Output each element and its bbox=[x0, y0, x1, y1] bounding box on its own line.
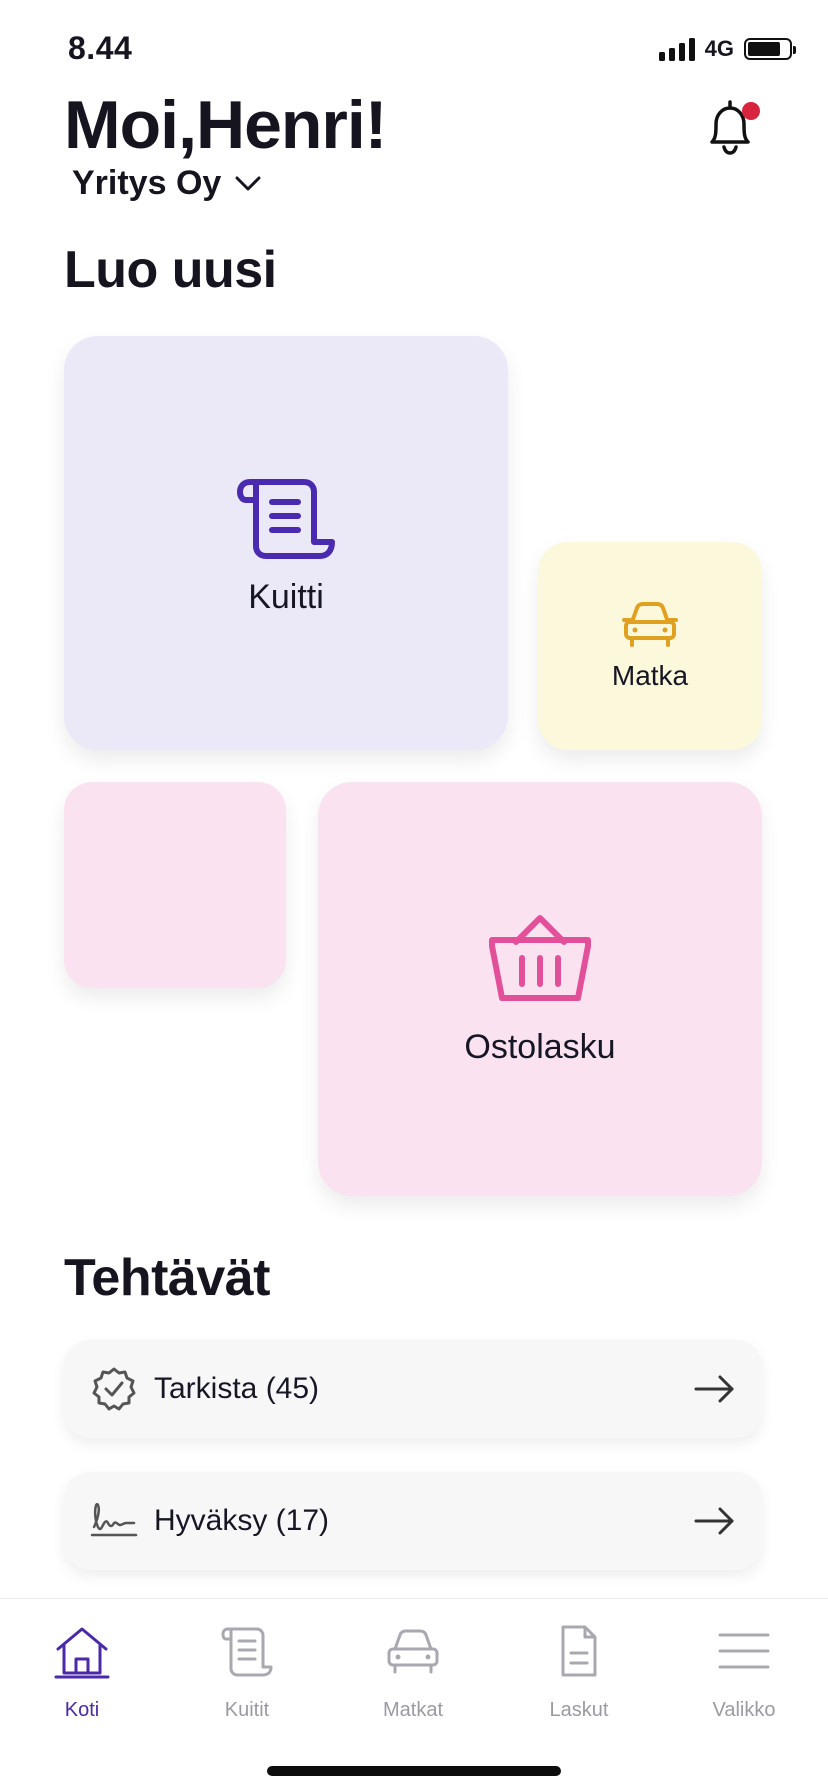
greeting-title: Moi,Henri! bbox=[64, 87, 387, 163]
home-icon bbox=[54, 1627, 110, 1679]
menu-icon bbox=[718, 1633, 770, 1669]
notifications-button[interactable] bbox=[698, 96, 762, 160]
document-icon bbox=[561, 1625, 597, 1677]
car-icon bbox=[387, 1629, 439, 1674]
create-section-title: Luo uusi bbox=[64, 241, 277, 299]
tab-home-label: Koti bbox=[64, 1699, 100, 1721]
home-indicator[interactable] bbox=[267, 1766, 561, 1776]
signal-icon bbox=[658, 37, 695, 61]
task-review[interactable]: Tarkista (45) bbox=[64, 1340, 762, 1438]
create-receipt-tile[interactable]: Kuitti bbox=[64, 336, 508, 750]
empty-tile[interactable] bbox=[64, 782, 286, 988]
tab-menu-label: Valikko bbox=[712, 1699, 776, 1721]
signature-icon bbox=[90, 1502, 138, 1537]
task-review-label: Tarkista (45) bbox=[154, 1372, 320, 1405]
tab-receipts-label: Kuitit bbox=[224, 1699, 270, 1721]
purchase-invoice-tile-label: Ostolasku bbox=[464, 1027, 616, 1066]
trip-tile-label: Matka bbox=[611, 660, 689, 691]
task-approve[interactable]: Hyväksy (17) bbox=[64, 1472, 762, 1570]
tab-invoices-label: Laskut bbox=[549, 1699, 609, 1721]
battery-icon bbox=[744, 38, 796, 60]
create-purchase-invoice-tile[interactable]: Ostolasku bbox=[318, 782, 762, 1196]
tab-home[interactable]: Koti bbox=[17, 1621, 147, 1722]
status-time: 8.44 bbox=[68, 30, 133, 66]
receipt-tile-label: Kuitti bbox=[248, 577, 324, 616]
company-name: Yritys Oy bbox=[72, 164, 222, 202]
home-screen: 8.44 4G Moi,Henri! Yritys Oy Luo uusi Ku… bbox=[0, 0, 828, 1792]
bottom-tab-bar: Koti Kuitit Matkat Laskut Valikko bbox=[0, 1598, 828, 1792]
task-approve-label: Hyväksy (17) bbox=[154, 1504, 330, 1537]
tab-receipts[interactable]: Kuitit bbox=[182, 1621, 312, 1722]
receipt-scroll-icon bbox=[237, 478, 335, 559]
verified-badge-icon bbox=[92, 1367, 136, 1411]
tab-menu[interactable]: Valikko bbox=[679, 1621, 809, 1722]
car-icon bbox=[622, 602, 678, 647]
tab-trips-label: Matkat bbox=[382, 1699, 444, 1721]
arrow-right-icon bbox=[694, 1507, 734, 1535]
tab-invoices[interactable]: Laskut bbox=[514, 1621, 644, 1722]
receipt-icon bbox=[221, 1627, 273, 1677]
tasks-section-title: Tehtävät bbox=[64, 1249, 270, 1307]
status-indicators: 4G bbox=[658, 36, 796, 62]
chevron-down-icon bbox=[235, 176, 261, 190]
create-trip-tile[interactable]: Matka bbox=[538, 542, 762, 750]
company-selector[interactable]: Yritys Oy bbox=[72, 164, 261, 203]
tab-trips[interactable]: Matkat bbox=[348, 1621, 478, 1722]
network-type: 4G bbox=[704, 36, 734, 61]
notification-badge bbox=[742, 102, 760, 120]
basket-icon bbox=[489, 914, 591, 1001]
arrow-right-icon bbox=[694, 1375, 734, 1403]
